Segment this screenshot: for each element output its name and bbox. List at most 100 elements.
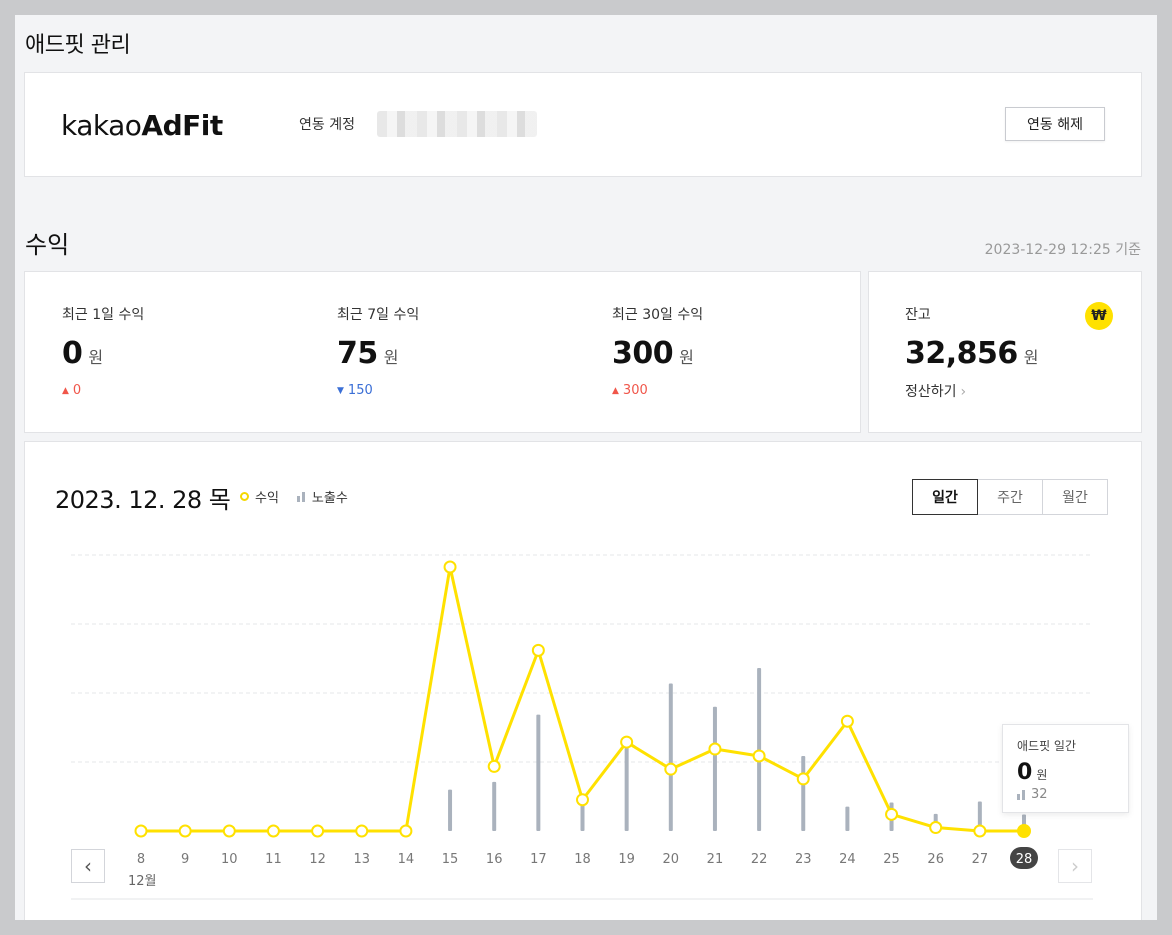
revenue-point [311,824,325,838]
revenue-point [708,742,722,756]
revenue-point [929,821,943,835]
x-tick-label: 10 [221,852,238,867]
balance-card: 잔고 32,856 원 정산하기 › ₩ [868,271,1142,433]
impressions-bar [580,805,585,831]
revenue-unit: 원 [383,348,399,367]
unlink-button[interactable]: 연동 해제 [1005,107,1105,141]
revenue-7day-delta: ▼ 150 [337,383,373,398]
x-tick-label: 26 [927,852,944,867]
adfit-management-panel: 애드핏 관리 kakaoAdFit 연동 계정 연동 해제 수익 2023-12… [15,15,1157,920]
revenue-1day-label: 최근 1일 수익 [62,307,145,323]
chevron-right-icon: › [960,384,967,400]
next-period-button[interactable]: › [1058,849,1092,883]
impressions-bar [536,714,541,831]
won-icon: ₩ [1085,302,1113,330]
x-tick-label: 21 [707,852,724,867]
revenue-timestamp: 2023-12-29 12:25 기준 [984,242,1141,258]
revenue-30day-delta: ▲ 300 [612,383,648,398]
revenue-point [664,762,678,776]
tab-daily[interactable]: 일간 [912,479,978,515]
kakao-adfit-logo: kakaoAdFit [61,109,223,142]
balance-value: 32,856 [905,336,1018,371]
balance-unit: 원 [1023,348,1039,367]
prev-period-button[interactable]: ‹ [71,849,105,883]
revenue-point [796,772,810,786]
revenue-point [222,824,236,838]
revenue-unit: 원 [679,348,694,367]
x-tick-label: 18 [574,852,591,867]
impressions-bar [668,683,673,831]
x-tick-label: 16 [486,852,503,867]
account-card: kakaoAdFit 연동 계정 연동 해제 [24,72,1142,177]
revenue-point [443,560,457,574]
daily-chart-card: 2023. 12. 28 목 수익 노출수 일간 주간 월간 8 9 10 11 12 1… [24,441,1142,920]
chart-tooltip: 애드핏 일간 0원 32 [1002,724,1129,813]
revenue-point [752,749,766,763]
revenue-point [355,824,369,838]
tooltip-impressions: 32 [1017,787,1114,802]
revenue-7day-value: 75 [337,336,378,371]
linked-account-label: 연동 계정 [299,117,355,133]
x-tick-label: 23 [795,852,812,867]
revenue-point [840,714,854,728]
settle-link[interactable]: 정산하기 › [905,381,1039,401]
revenue-7day: 최근 7일 수익 75 원 ▼ 150 [337,304,419,398]
revenue-point [885,807,899,821]
revenue-point [973,824,987,838]
tooltip-title: 애드핏 일간 [1017,739,1077,753]
impressions-bar [448,789,453,831]
x-tick-label: 15 [442,852,459,867]
x-tick-label: 14 [398,852,415,867]
revenue-summary-card: 최근 1일 수익 0원 ▲ 0 최근 7일 수익 75 원 ▼ 150 최근 30일 … [24,271,861,433]
x-tick-label: 12 [309,852,326,867]
page-title: 애드핏 관리 [25,33,131,58]
revenue-point [134,824,148,838]
impressions-bar [801,755,806,831]
revenue-1day-delta: ▲ 0 [62,383,82,398]
balance: 잔고 32,856 원 정산하기 › [905,304,1039,401]
revenue-section-title: 수익 [25,231,70,259]
revenue-point [576,793,589,807]
revenue-unit: 원 [88,348,104,367]
impressions-bar [845,806,850,831]
x-tick-label: 9 [181,852,189,867]
revenue-7day-label: 최근 7일 수익 [337,307,420,323]
revenue-point [266,824,280,838]
x-tick-label: 11 [265,852,282,867]
tooltip-value: 0 [1017,760,1033,785]
x-tick-label: 28 [1016,852,1033,867]
month-label: 12월 [128,874,157,889]
revenue-point [1017,824,1031,838]
bars-icon [1017,789,1026,800]
x-tick-label: 8 [137,852,145,867]
arrow-up-icon: ▲ [62,386,69,396]
x-tick-label: 20 [663,852,680,867]
x-tick-label: 22 [751,852,768,867]
chevron-left-icon: ‹ [84,854,92,878]
revenue-30day-value: 300 [612,336,674,371]
x-tick-label: 24 [839,852,856,867]
revenue-30day-label: 최근 30일 수익 [612,307,704,323]
tooltip-unit: 원 [1036,768,1048,782]
x-tick-label: 19 [618,852,635,867]
x-tick-label: 27 [972,852,989,867]
revenue-point [620,735,634,749]
revenue-point [531,643,545,657]
revenue-point [178,824,192,838]
chevron-right-icon: › [1071,854,1079,878]
revenue-point [487,759,501,773]
arrow-down-icon: ▼ [337,386,344,396]
balance-label: 잔고 [905,307,931,323]
x-tick-label: 13 [353,852,370,867]
x-tick-label: 25 [883,852,900,867]
revenue-1day: 최근 1일 수익 0원 ▲ 0 [62,304,144,398]
impressions-bar [712,706,717,831]
revenue-30day: 최근 30일 수익 300 원 ▲ 300 [612,304,703,398]
impressions-bar [624,745,629,831]
revenue-line [141,565,1024,833]
linked-account-value-blurred [377,111,537,137]
revenue-point [399,824,413,838]
arrow-up-icon: ▲ [612,386,619,396]
impressions-bar [492,781,497,831]
revenue-1day-value: 0 [62,336,83,371]
